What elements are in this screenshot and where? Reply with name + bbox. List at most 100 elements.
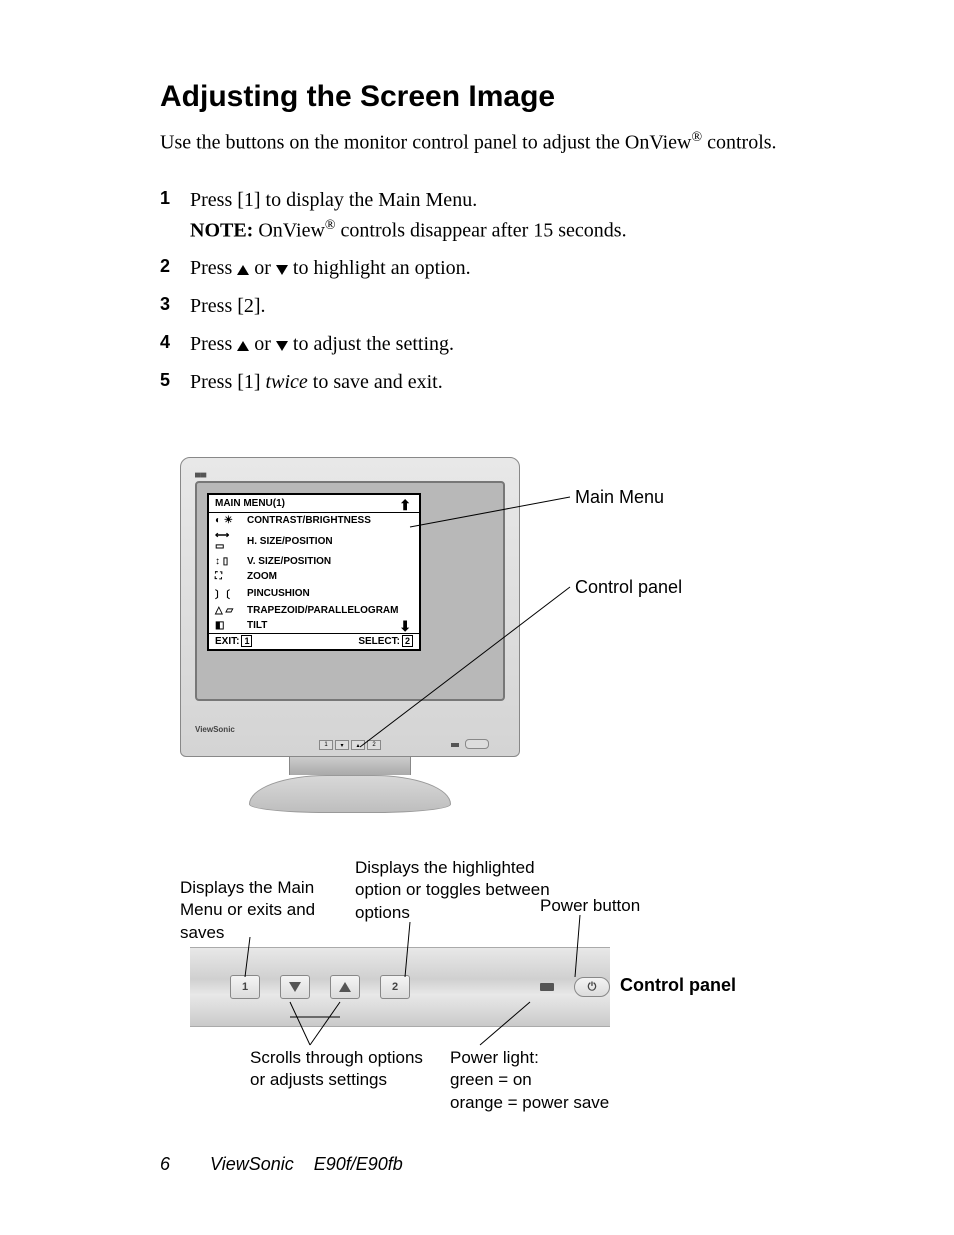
crt-body: ▄▄ MAIN MENU(1) ⬆ ◐ ☀ CONTRAST/BRIGHTNESS… (180, 457, 520, 757)
crt-power-icon (465, 739, 489, 749)
triangle-up-icon (237, 265, 249, 275)
panel-power-btn[interactable]: ⏻ (574, 977, 610, 997)
osd-exit: EXIT:1 (215, 636, 252, 647)
osd-select-t: SELECT: (358, 636, 400, 647)
osd-row: ⟷ ▭ H. SIZE/POSITION (209, 528, 419, 554)
osd-title-text: MAIN MENU(1) (215, 498, 285, 509)
panel-btn-up[interactable] (330, 975, 360, 999)
crt-led-icon (451, 743, 459, 747)
triangle-up-icon (339, 982, 351, 992)
pl-b: green = on (450, 1070, 532, 1089)
trapezoid-icon: △ ▱ (215, 605, 241, 616)
osd-r3: ZOOM (247, 571, 277, 582)
callout-display-opt: Displays the highlighted option or toggl… (355, 857, 565, 923)
osd-exit-t: EXIT: (215, 636, 239, 647)
figure-area: ▄▄ MAIN MENU(1) ⬆ ◐ ☀ CONTRAST/BRIGHTNESS… (160, 457, 820, 1177)
crt-button-row: 1 ▾ ▴ 2 (319, 740, 381, 750)
osd-menu: MAIN MENU(1) ⬆ ◐ ☀ CONTRAST/BRIGHTNESS ⟷ … (207, 493, 421, 651)
footer-page: 6 (160, 1154, 170, 1175)
control-panel-strip: 1 2 ⏻ (190, 947, 610, 1027)
osd-key-2: 2 (402, 635, 413, 647)
osd-row: ⛶ ZOOM (209, 569, 419, 584)
osd-key-1: 1 (241, 635, 252, 647)
footer-brand-model: ViewSonic E90f/E90fb (210, 1154, 403, 1175)
osd-row: ◐ ☀ CONTRAST/BRIGHTNESS (209, 513, 419, 528)
osd-select: SELECT:2 (358, 636, 413, 647)
callout-main-menu: Main Menu (575, 487, 664, 508)
callout-control-panel: Control panel (575, 577, 682, 598)
callout-power-light: Power light: green = on orange = power s… (450, 1047, 650, 1113)
s2c: to highlight an option. (288, 257, 471, 279)
vsize-icon: ↕ ▯ (215, 556, 241, 567)
pl-c: orange = power save (450, 1093, 609, 1112)
pl-a: Power light: (450, 1048, 539, 1067)
tilt-icon: ◧ (215, 620, 241, 631)
s5-italic: twice (266, 371, 308, 393)
osd-r5: TRAPEZOID/PARALLELOGRAM (247, 605, 398, 616)
reg-mark: ® (691, 130, 702, 145)
power-led-icon (540, 983, 554, 991)
step-5: Press [1] twice to save and exit. (160, 367, 820, 397)
crt-btn-down-icon: ▾ (335, 740, 349, 750)
s4c: to adjust the setting. (288, 333, 454, 355)
panel-btn-2[interactable]: 2 (380, 975, 410, 999)
footer-model: E90f/E90fb (314, 1154, 403, 1174)
contrast-icon: ◐ ☀ (215, 515, 241, 526)
page-title: Adjusting the Screen Image (160, 80, 820, 114)
reg-mark-2: ® (325, 218, 336, 233)
callout-display-main: Displays the Main Menu or exits and save… (180, 877, 350, 943)
crt-screen: MAIN MENU(1) ⬆ ◐ ☀ CONTRAST/BRIGHTNESS ⟷ … (195, 481, 505, 701)
intro-b: controls. (702, 132, 776, 154)
step-1-text: Press [1] to display the Main Menu. (190, 189, 477, 211)
step-4: Press or to adjust the setting. (160, 329, 820, 359)
panel-btn-down[interactable] (280, 975, 310, 999)
triangle-down-icon (276, 265, 288, 275)
zoom-icon: ⛶ (215, 571, 241, 582)
osd-row: ◧ TILT (209, 618, 419, 633)
s3: Press [2]. (190, 295, 266, 317)
osd-r1: H. SIZE/POSITION (247, 536, 333, 547)
osd-r2: V. SIZE/POSITION (247, 556, 331, 567)
osd-r0: CONTRAST/BRIGHTNESS (247, 515, 371, 526)
triangle-up-icon-2 (237, 341, 249, 351)
callout-scrolls: Scrolls through options or adjusts setti… (250, 1047, 430, 1091)
s2a: Press (190, 257, 237, 279)
s5a: Press [1] (190, 371, 266, 393)
s2b: or (249, 257, 276, 279)
osd-footer: ⬇ EXIT:1 SELECT:2 (209, 633, 419, 649)
intro-text: Use the buttons on the monitor control p… (160, 130, 820, 155)
hsize-icon: ⟷ ▭ (215, 530, 241, 552)
note-label: NOTE: (190, 219, 253, 241)
s4b: or (249, 333, 276, 355)
step-2: Press or to highlight an option. (160, 253, 820, 283)
osd-row: △ ▱ TRAPEZOID/PARALLELOGRAM (209, 603, 419, 618)
note-a: OnView (253, 219, 325, 241)
s5b: to save and exit. (308, 371, 443, 393)
intro-a: Use the buttons on the monitor control p… (160, 132, 691, 154)
step-1: Press [1] to display the Main Menu. NOTE… (160, 185, 820, 246)
crt-monitor: ▄▄ MAIN MENU(1) ⬆ ◐ ☀ CONTRAST/BRIGHTNESS… (180, 457, 520, 813)
panel-btn-1[interactable]: 1 (230, 975, 260, 999)
osd-row: ↕ ▯ V. SIZE/POSITION (209, 554, 419, 569)
osd-arrow-down-icon: ⬇ (399, 618, 411, 635)
pincushion-icon: 〕〔 (215, 586, 241, 601)
crt-neck (289, 757, 411, 775)
crt-btn-1-icon: 1 (319, 740, 333, 750)
steps-list: Press [1] to display the Main Menu. NOTE… (160, 185, 820, 398)
panel-label-bold: Control panel (620, 975, 736, 996)
callout-power-btn: Power button (540, 895, 640, 917)
crt-brand-label: ViewSonic (195, 725, 235, 734)
osd-r4: PINCUSHION (247, 588, 310, 599)
step-3: Press [2]. (160, 291, 820, 321)
s4a: Press (190, 333, 237, 355)
footer-brand: ViewSonic (210, 1154, 294, 1174)
triangle-down-icon (289, 982, 301, 992)
crt-logo-icon: ▄▄ (195, 468, 505, 477)
osd-row: 〕〔 PINCUSHION (209, 584, 419, 603)
crt-btn-2-icon: 2 (367, 740, 381, 750)
triangle-down-icon-2 (276, 341, 288, 351)
osd-r6: TILT (247, 620, 267, 631)
crt-btn-up-icon: ▴ (351, 740, 365, 750)
osd-arrow-up-icon: ⬆ (399, 497, 411, 514)
note-b: controls disappear after 15 seconds. (336, 219, 627, 241)
